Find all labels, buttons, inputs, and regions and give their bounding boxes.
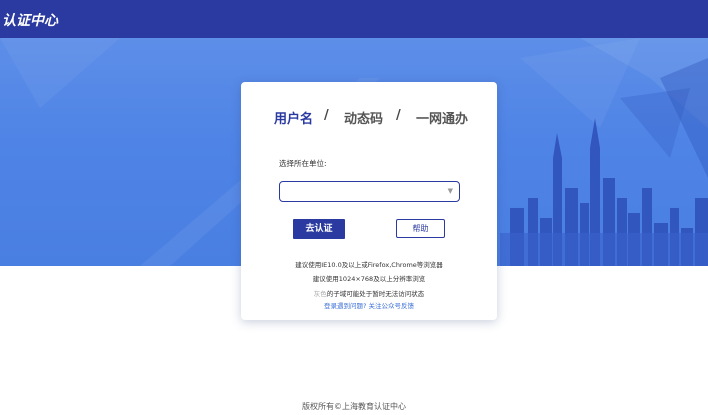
tab-separator: / bbox=[324, 108, 329, 123]
top-header: 认证中心 bbox=[0, 0, 708, 38]
feedback-link[interactable]: 登录遇到问题? 关注公众号反馈 bbox=[241, 300, 497, 310]
tab-separator: / bbox=[396, 108, 401, 123]
login-card: 用户名 / 动态码 / 一网通办 选择所在单位: ▼ 去认证 帮助 建议使用IE… bbox=[241, 82, 497, 320]
login-method-tabs: 用户名 / 动态码 / 一网通办 bbox=[241, 108, 497, 130]
tab-one-network[interactable]: 一网通办 bbox=[416, 108, 468, 127]
footer-copyright: 版权所有©上海教育认证中心 bbox=[302, 402, 406, 411]
tab-dynamic-code[interactable]: 动态码 bbox=[344, 108, 383, 127]
unit-select-label: 选择所在单位: bbox=[279, 159, 327, 168]
site-logo[interactable]: 认证中心 bbox=[2, 10, 58, 30]
login-page: 认证中心 用户名 / 动态码 / 一网通办 选择所在单位: ▼ 去认证 帮助 建… bbox=[0, 0, 708, 415]
browser-tip: 建议使用IE10.0及以上或Firefox,Chrome等浏览器 bbox=[295, 261, 443, 269]
gray-domain-note: 灰色的子域可能处于暂时无法访问状态 bbox=[241, 288, 497, 298]
authenticate-button[interactable]: 去认证 bbox=[293, 219, 345, 239]
chevron-down-icon: ▼ bbox=[447, 187, 453, 195]
resolution-tip: 建议使用1024×768及以上分辨率浏览 bbox=[312, 275, 426, 283]
gray-word: 灰色 bbox=[313, 290, 327, 298]
gray-note-text: 的子域可能处于暂时无法访问状态 bbox=[326, 290, 425, 298]
unit-select[interactable]: ▼ bbox=[279, 181, 460, 202]
tab-username[interactable]: 用户名 bbox=[274, 108, 313, 127]
help-button[interactable]: 帮助 bbox=[396, 219, 445, 238]
